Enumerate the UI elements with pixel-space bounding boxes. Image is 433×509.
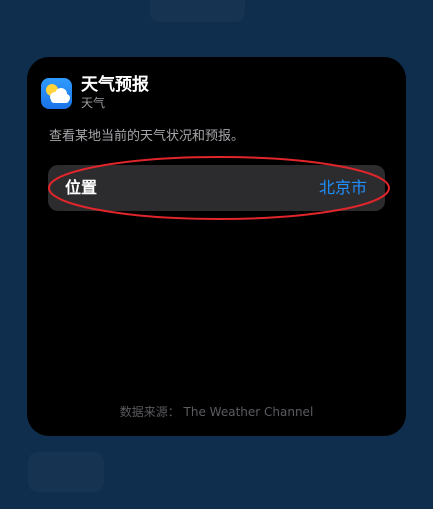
widget-subtitle: 天气 [81,96,106,110]
location-value[interactable]: 北京市 [319,178,367,198]
weather-sun-cloud-icon [46,84,70,103]
background-widget-top [150,0,245,22]
location-row[interactable]: 位置 北京市 [48,165,385,211]
widget-title: 天气预报 [81,75,149,95]
background-widget-bottom [28,452,104,492]
weather-app-icon [41,78,72,109]
widget-description: 查看某地当前的天气状况和预报。 [49,129,245,144]
location-label: 位置 [65,178,98,197]
weather-widget-card: 天气预报 天气 查看某地当前的天气状况和预报。 位置 北京市 数据来源： The… [27,57,406,436]
data-source-footer: 数据来源： The Weather Channel [119,405,314,419]
